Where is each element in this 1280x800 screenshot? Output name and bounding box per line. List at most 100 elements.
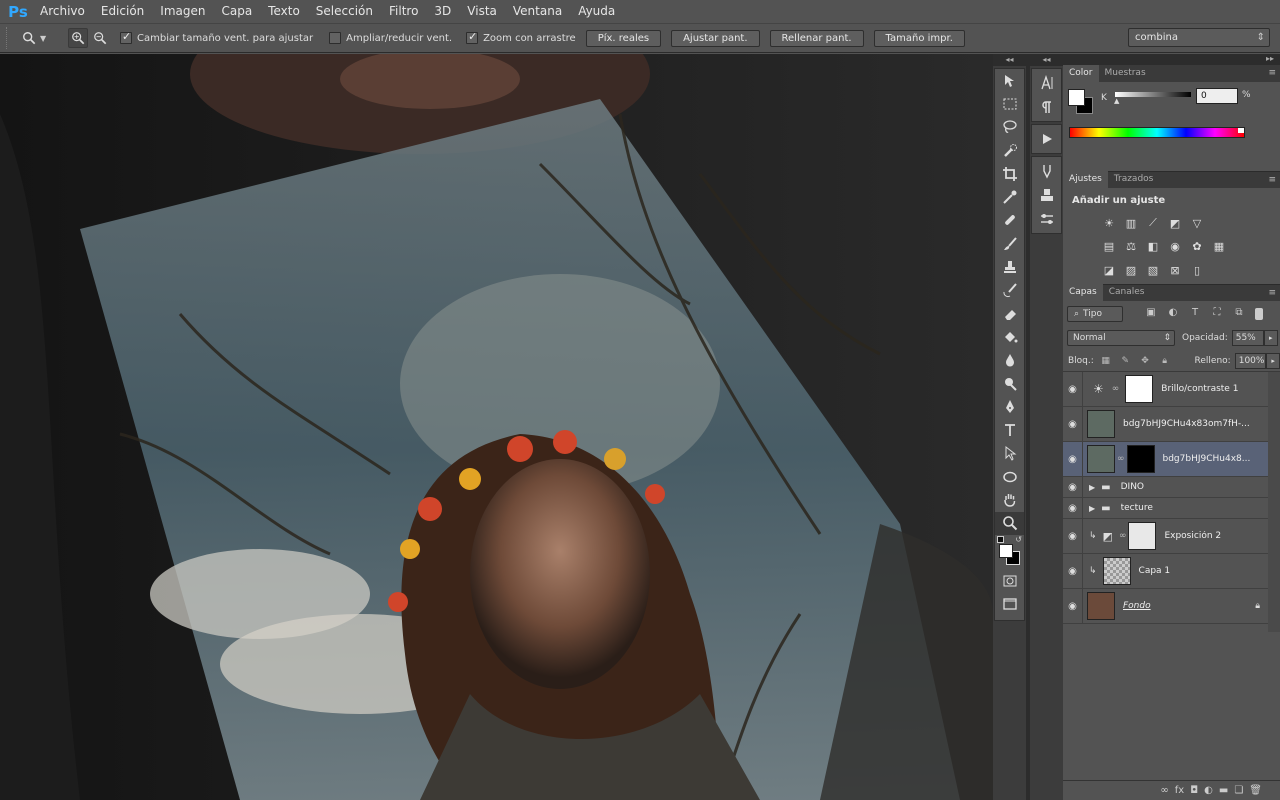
eyedropper-tool[interactable]	[995, 185, 1024, 208]
menu-archivo[interactable]: Archivo	[32, 0, 93, 23]
tab-adjustments[interactable]: Ajustes	[1063, 171, 1108, 188]
document-canvas[interactable]	[0, 54, 993, 800]
tab-color[interactable]: Color	[1063, 65, 1099, 82]
collapse-icon[interactable]: ◂◂	[993, 54, 1026, 66]
ellipse-tool[interactable]	[995, 465, 1024, 488]
vibrance-icon[interactable]: ▤	[1100, 238, 1118, 254]
quick-selection-tool[interactable]	[995, 139, 1024, 162]
layer-row-selected[interactable]: ◉ ∞ bdg7bHJ9CHu4x8...	[1063, 442, 1268, 477]
color-balance-icon[interactable]: ⚖	[1122, 238, 1140, 254]
k-slider[interactable]	[1115, 92, 1191, 97]
invert-icon[interactable]: ◪	[1100, 262, 1118, 278]
healing-brush-tool[interactable]	[995, 209, 1024, 232]
eye-icon[interactable]: ◉	[1063, 498, 1083, 518]
lasso-tool[interactable]	[995, 116, 1024, 139]
lock-transparent-icon[interactable]: ▦	[1098, 356, 1114, 366]
tab-channels[interactable]: Canales	[1103, 284, 1151, 301]
brightness-contrast-icon[interactable]: ☀	[1100, 215, 1118, 231]
menu-ayuda[interactable]: Ayuda	[570, 0, 623, 23]
foreground-color-swatch[interactable]	[999, 543, 1013, 558]
filter-smart-object-icon[interactable]: ⧉	[1231, 307, 1247, 321]
layer-thumbnail[interactable]	[1102, 557, 1131, 585]
levels-icon[interactable]: ▥	[1122, 215, 1140, 231]
eye-icon[interactable]: ◉	[1063, 554, 1083, 588]
clone-stamp-tool[interactable]	[995, 255, 1024, 278]
new-layer-icon[interactable]: ❏	[1234, 785, 1243, 796]
properties-panel-icon[interactable]	[1032, 207, 1061, 231]
dodge-tool[interactable]	[995, 372, 1024, 395]
fill-dropdown[interactable]: ▸	[1266, 352, 1280, 369]
options-grip[interactable]	[6, 27, 16, 49]
opacity-field[interactable]: 55%	[1231, 330, 1264, 346]
threshold-icon[interactable]: ▧	[1144, 262, 1162, 278]
new-adjustment-icon[interactable]: ◐	[1204, 785, 1213, 796]
tab-paths[interactable]: Trazados	[1108, 171, 1160, 188]
layer-thumbnail[interactable]	[1087, 410, 1115, 438]
eye-icon[interactable]: ◉	[1063, 519, 1083, 553]
lock-all-icon[interactable]: 🔒︎	[1157, 356, 1173, 366]
eye-icon[interactable]: ◉	[1063, 477, 1083, 497]
eye-icon[interactable]: ◉	[1063, 589, 1083, 623]
crop-tool[interactable]	[995, 162, 1024, 185]
link-layers-icon[interactable]: ∞	[1160, 785, 1168, 796]
zoom-tool[interactable]	[995, 511, 1024, 535]
paint-bucket-tool[interactable]	[995, 325, 1024, 348]
fill-screen-button[interactable]: Rellenar pant.	[769, 29, 864, 47]
menu-seleccion[interactable]: Selección	[308, 0, 381, 23]
group-row[interactable]: ◉ ▶ ▬ tecture	[1063, 498, 1268, 519]
zoom-out-button[interactable]	[90, 28, 110, 48]
scrubby-zoom-checkbox[interactable]: Zoom con arrastre	[466, 30, 576, 44]
tab-layers[interactable]: Capas	[1063, 284, 1103, 301]
add-mask-icon[interactable]: ◘	[1190, 785, 1198, 796]
opacity-dropdown[interactable]: ▸	[1263, 330, 1278, 346]
actions-panel-icon[interactable]	[1032, 127, 1061, 151]
link-icon[interactable]: ∞	[1119, 531, 1127, 541]
reset-colors-icon[interactable]	[997, 535, 1004, 543]
eye-icon[interactable]: ◉	[1063, 372, 1083, 406]
photo-filter-icon[interactable]: ◉	[1166, 238, 1184, 254]
marquee-tool[interactable]	[995, 92, 1024, 115]
type-tool[interactable]	[995, 418, 1024, 441]
color-lookup-icon[interactable]: ▦	[1210, 238, 1228, 254]
blend-mode-select[interactable]: Normal	[1067, 330, 1175, 346]
delete-layer-icon[interactable]: 🗑︎	[1249, 785, 1262, 796]
layers-scrollbar[interactable]	[1268, 372, 1280, 632]
black-white-icon[interactable]: ◧	[1144, 238, 1162, 254]
actual-pixels-button[interactable]: Píx. reales	[585, 29, 662, 47]
tool-presets-icon[interactable]	[1032, 159, 1061, 183]
filter-adjustment-icon[interactable]: ◐	[1165, 307, 1181, 321]
menu-capa[interactable]: Capa	[213, 0, 260, 23]
mask-thumbnail[interactable]	[1128, 522, 1157, 550]
menu-edicion[interactable]: Edición	[93, 0, 152, 23]
menu-filtro[interactable]: Filtro	[381, 0, 426, 23]
layer-row[interactable]: ◉ Fondo 🔒︎	[1063, 589, 1268, 624]
curves-icon[interactable]: ⟋	[1144, 215, 1162, 231]
layer-row[interactable]: ◉ ☀ ∞ Brillo/contraste 1	[1063, 372, 1268, 407]
group-row[interactable]: ◉ ▶ ▬ DINO	[1063, 477, 1268, 498]
screen-mode-button[interactable]	[995, 592, 1024, 615]
link-icon[interactable]: ∞	[1117, 454, 1125, 464]
pen-tool[interactable]	[995, 395, 1024, 418]
zoom-all-windows-checkbox[interactable]: Ampliar/reducir vent.	[329, 32, 452, 44]
layer-row[interactable]: ◉ bdg7bHJ9CHu4x83om7fH-...	[1063, 407, 1268, 442]
eraser-tool[interactable]	[995, 302, 1024, 325]
panel-menu-icon[interactable]: ≡	[1268, 68, 1276, 78]
k-value-field[interactable]: 0	[1196, 88, 1238, 104]
layer-thumbnail[interactable]	[1087, 592, 1115, 620]
hand-tool[interactable]	[995, 488, 1024, 511]
menu-vista[interactable]: Vista	[459, 0, 505, 23]
menu-imagen[interactable]: Imagen	[152, 0, 213, 23]
mask-thumbnail[interactable]	[1125, 375, 1154, 403]
history-brush-tool[interactable]	[995, 279, 1024, 302]
move-tool[interactable]	[995, 69, 1024, 92]
filter-shape-icon[interactable]: ⛶	[1209, 307, 1225, 321]
blur-tool[interactable]	[995, 349, 1024, 372]
layer-thumbnail[interactable]	[1087, 445, 1115, 473]
layer-row[interactable]: ◉ ↳ ◩ ∞ Exposición 2	[1063, 519, 1268, 554]
filter-kind-select[interactable]: ⌕ Tipo	[1067, 305, 1123, 322]
tab-swatches[interactable]: Muestras	[1099, 65, 1152, 82]
resize-windows-checkbox[interactable]: Cambiar tamaño vent. para ajustar	[120, 30, 313, 44]
disclosure-triangle-icon[interactable]: ▶	[1089, 504, 1095, 513]
collapse-icon[interactable]: ◂◂	[1030, 54, 1063, 66]
fx-icon[interactable]: fx	[1175, 785, 1184, 796]
